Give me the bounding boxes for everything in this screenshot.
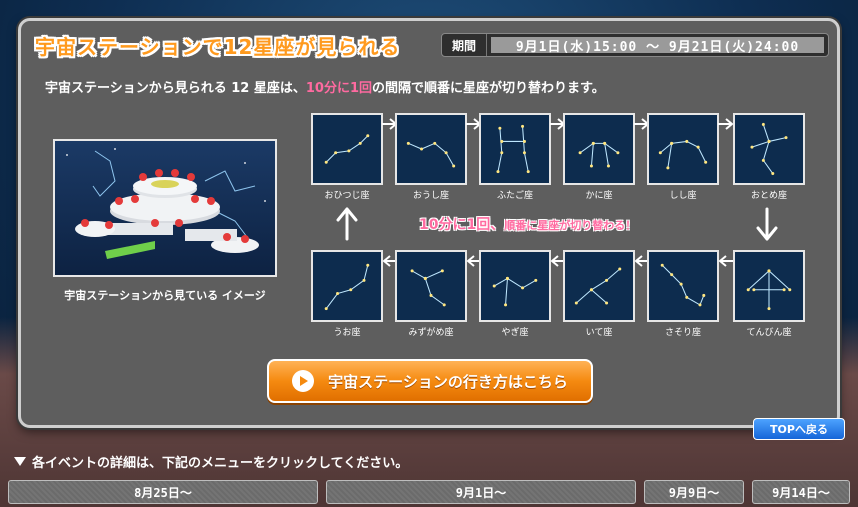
cta-label: 宇宙ステーションの行き方はこちら [328,372,568,391]
back-to-top-button[interactable]: TOPへ戻る [753,418,845,440]
station-image-caption: 宇宙ステーションから見ている イメージ [64,289,266,302]
taurus-constellation-icon [395,113,467,185]
event-menu-sep9[interactable]: 9月9日〜 [644,480,744,504]
constellation-label: てんびん座 [746,328,792,338]
capricorn-constellation-icon [479,250,551,322]
constellation-label: おとめ座 [750,191,787,201]
constellation-label: ふたご座 [496,191,533,201]
constellation-label: かに座 [585,191,613,201]
pisces-constellation-icon [311,250,383,322]
libra-constellation-icon [733,250,805,322]
aries-constellation-icon [311,113,383,185]
event-menu-sep14[interactable]: 9月14日〜 [752,480,850,504]
period-value: 9月1日(水)15:00 〜 9月21日(火)24:00 [491,37,824,55]
constellation-label: いて座 [585,328,613,338]
play-icon [292,370,315,392]
period-label: 期間 [442,34,488,56]
space-station-image [53,139,277,277]
constellation-label: さそり座 [664,328,701,338]
constellation-label: やぎ座 [501,328,529,338]
sagittarius-constellation-icon [563,250,635,322]
virgo-constellation-icon [733,113,805,185]
leo-constellation-icon [647,113,719,185]
event-menu-sep1[interactable]: 9月1日〜 [326,480,636,504]
page-title: 宇宙ステーションで12星座が見られる [35,35,401,59]
arrow-up-icon [336,207,358,241]
event-period: 期間 9月1日(水)15:00 〜 9月21日(火)24:00 [441,33,829,57]
arrow-down-icon [756,207,778,241]
constellation-label: みずがめ座 [408,328,454,338]
constellation-label: うお座 [333,328,361,338]
event-panel: 宇宙ステーションで12星座が見られる 期間 9月1日(水)15:00 〜 9月2… [18,18,845,440]
cancer-constellation-icon [563,113,635,185]
aquarius-constellation-icon [395,250,467,322]
lead-emphasis: 10分に1回 [305,81,373,96]
constellation-label: おうし座 [412,191,449,201]
constellation-label: おひつじ座 [324,191,370,201]
scorpio-constellation-icon [647,250,719,322]
station-directions-button[interactable]: 宇宙ステーションの行き方はこちら [267,359,593,403]
constellation-label: しし座 [669,191,697,201]
rotation-note: 10分に1回、順番に星座が切り替わる！ [419,217,637,233]
triangle-down-icon [14,457,26,466]
gemini-constellation-icon [479,113,551,185]
event-menu-aug25[interactable]: 8月25日〜 [8,480,318,504]
lead-text: 宇宙ステーションから見られる 12 星座は、10分に1回の間隔で順番に星座が切り… [45,81,605,96]
events-instruction: 各イベントの詳細は、下記のメニューをクリックしてください。 [14,452,408,471]
